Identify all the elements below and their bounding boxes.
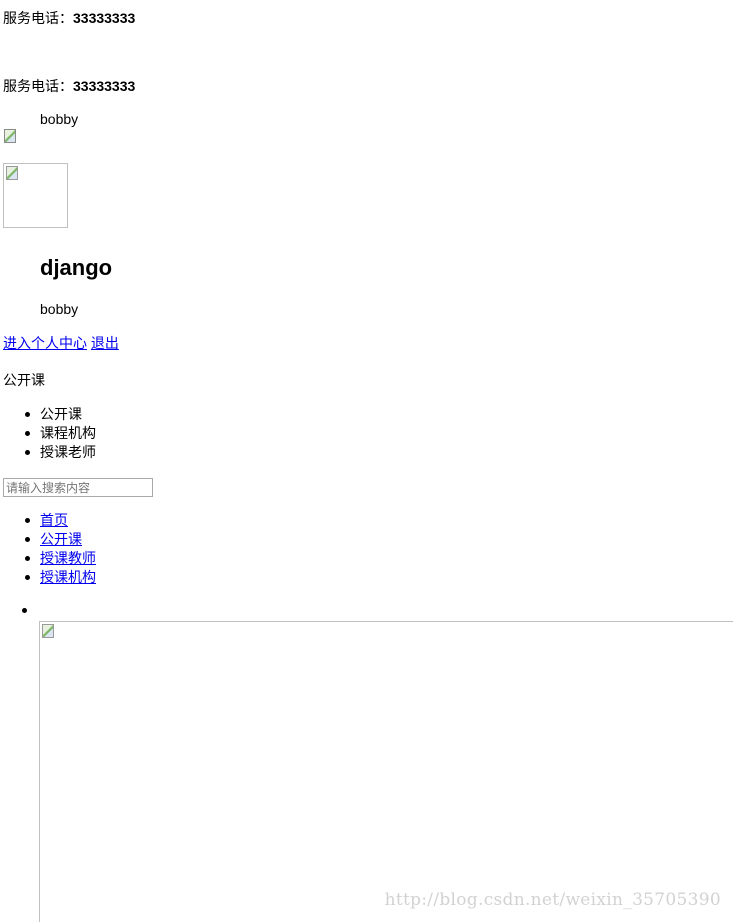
service-phone-number: 33333333 — [73, 10, 136, 26]
nav-item-home: 首页 — [3, 511, 96, 530]
service-phone-label: 服务电话： — [3, 10, 73, 26]
broken-image-icon — [6, 166, 18, 180]
service-phone-label: 服务电话： — [3, 78, 73, 94]
nav-link-home[interactable]: 首页 — [40, 512, 68, 528]
main-nav: 首页 公开课 授课教师 授课机构 — [3, 511, 96, 587]
page: 服务电话：33333333 服务电话：33333333 bobby django… — [0, 0, 733, 922]
user-panel-title: django — [40, 255, 113, 280]
broken-image-icon — [42, 624, 54, 638]
banner-list-bullet — [22, 608, 27, 613]
search-input[interactable] — [3, 478, 153, 497]
service-phone-second: 服务电话：33333333 — [3, 77, 135, 95]
search-type-options: 公开课 课程机构 授课老师 — [3, 405, 96, 462]
service-phone-top: 服务电话：33333333 — [3, 9, 135, 27]
header-username[interactable]: bobby — [40, 110, 78, 129]
watermark-text: http://blog.csdn.net/weixin_35705390 — [384, 890, 721, 910]
nav-item-teachers: 授课教师 — [3, 549, 96, 568]
nav-item-orgs: 授课机构 — [3, 568, 96, 587]
nav-link-orgs[interactable]: 授课机构 — [40, 569, 96, 585]
search-type-option[interactable]: 课程机构 — [3, 424, 96, 443]
user-panel-username: bobby — [40, 301, 79, 317]
service-phone-number: 33333333 — [73, 78, 136, 94]
search-type-option[interactable]: 公开课 — [3, 405, 96, 424]
nav-link-teachers[interactable]: 授课教师 — [40, 550, 96, 566]
search-type-selected[interactable]: 公开课 — [3, 371, 45, 390]
profile-link[interactable]: 进入个人中心 — [3, 335, 87, 351]
user-panel-links: 进入个人中心 退出 — [3, 334, 119, 353]
broken-image-icon — [4, 129, 16, 143]
nav-item-courses: 公开课 — [3, 530, 96, 549]
banner-image[interactable] — [39, 621, 733, 922]
search-type-option[interactable]: 授课老师 — [3, 443, 96, 462]
logout-link[interactable]: 退出 — [91, 335, 119, 351]
avatar-large — [3, 163, 68, 228]
avatar-small[interactable] — [3, 128, 19, 145]
nav-link-courses[interactable]: 公开课 — [40, 531, 82, 547]
